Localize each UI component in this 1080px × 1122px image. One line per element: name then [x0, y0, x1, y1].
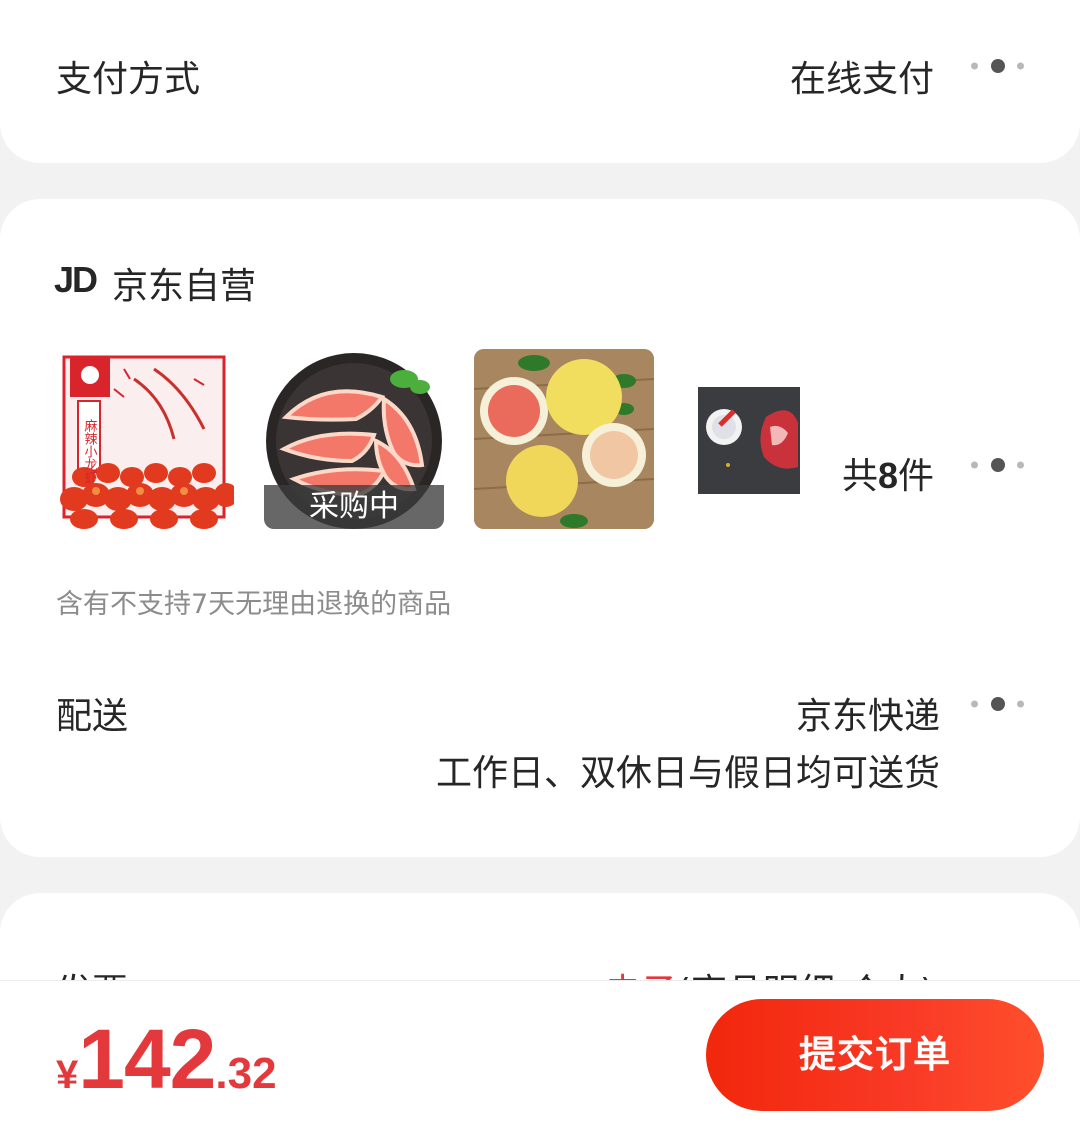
crayfish-box-image: 麻辣小龙虾 — [60, 355, 234, 529]
more-icon[interactable] — [971, 697, 1027, 711]
shipping-label: 配送 — [56, 696, 129, 737]
beef-image — [698, 387, 800, 494]
store-name: 京东自营 — [112, 266, 257, 307]
product-thumb-beef[interactable] — [698, 387, 800, 494]
items-count-prefix: 共 — [841, 456, 878, 497]
price-decimal: .32 — [215, 1049, 277, 1098]
payment-label: 支付方式 — [56, 59, 201, 100]
more-icon[interactable] — [971, 59, 1027, 73]
price-currency: ¥ — [56, 1053, 79, 1097]
payment-value: 在线支付 — [789, 59, 934, 100]
shipping-method[interactable]: 京东快递 — [796, 687, 940, 739]
checkout-bar: ¥142.32 提交订单 — [0, 980, 1080, 1122]
jd-logo: JD — [54, 259, 98, 300]
order-card: JD 京东自营 麻辣小龙虾 采购中 共8件 含有不支持7天无理由退换的商品 配送… — [0, 199, 1080, 857]
return-policy-notice: 含有不支持7天无理由退换的商品 — [56, 589, 452, 620]
items-count[interactable]: 共8件 — [842, 447, 934, 499]
payment-card[interactable]: 支付方式 在线支付 — [0, 0, 1080, 163]
product-thumb-grapefruit-pulp[interactable]: 采购中 — [264, 349, 444, 529]
shipping-note: 工作日、双休日与假日均可送货 — [435, 753, 940, 794]
submit-order-button[interactable]: 提交订单 — [706, 999, 1044, 1111]
thumb-crayfish-text: 麻辣小龙虾 — [82, 419, 98, 484]
price-integer: 142 — [78, 1012, 216, 1106]
total-price: ¥142.32 — [56, 1011, 277, 1108]
items-count-suffix: 件 — [897, 456, 934, 497]
purchasing-badge: 采购中 — [264, 485, 444, 529]
more-icon[interactable] — [971, 458, 1027, 472]
items-count-number: 8 — [877, 455, 898, 496]
pomelo-image — [474, 349, 654, 529]
product-thumb-crayfish[interactable]: 麻辣小龙虾 — [54, 349, 234, 529]
product-thumb-pomelo[interactable] — [474, 349, 654, 529]
